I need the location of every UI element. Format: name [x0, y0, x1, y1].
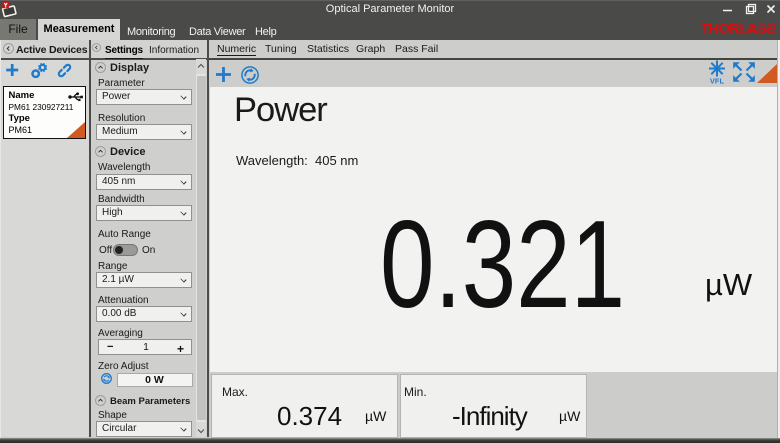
svg-text:VFL: VFL [710, 77, 725, 85]
